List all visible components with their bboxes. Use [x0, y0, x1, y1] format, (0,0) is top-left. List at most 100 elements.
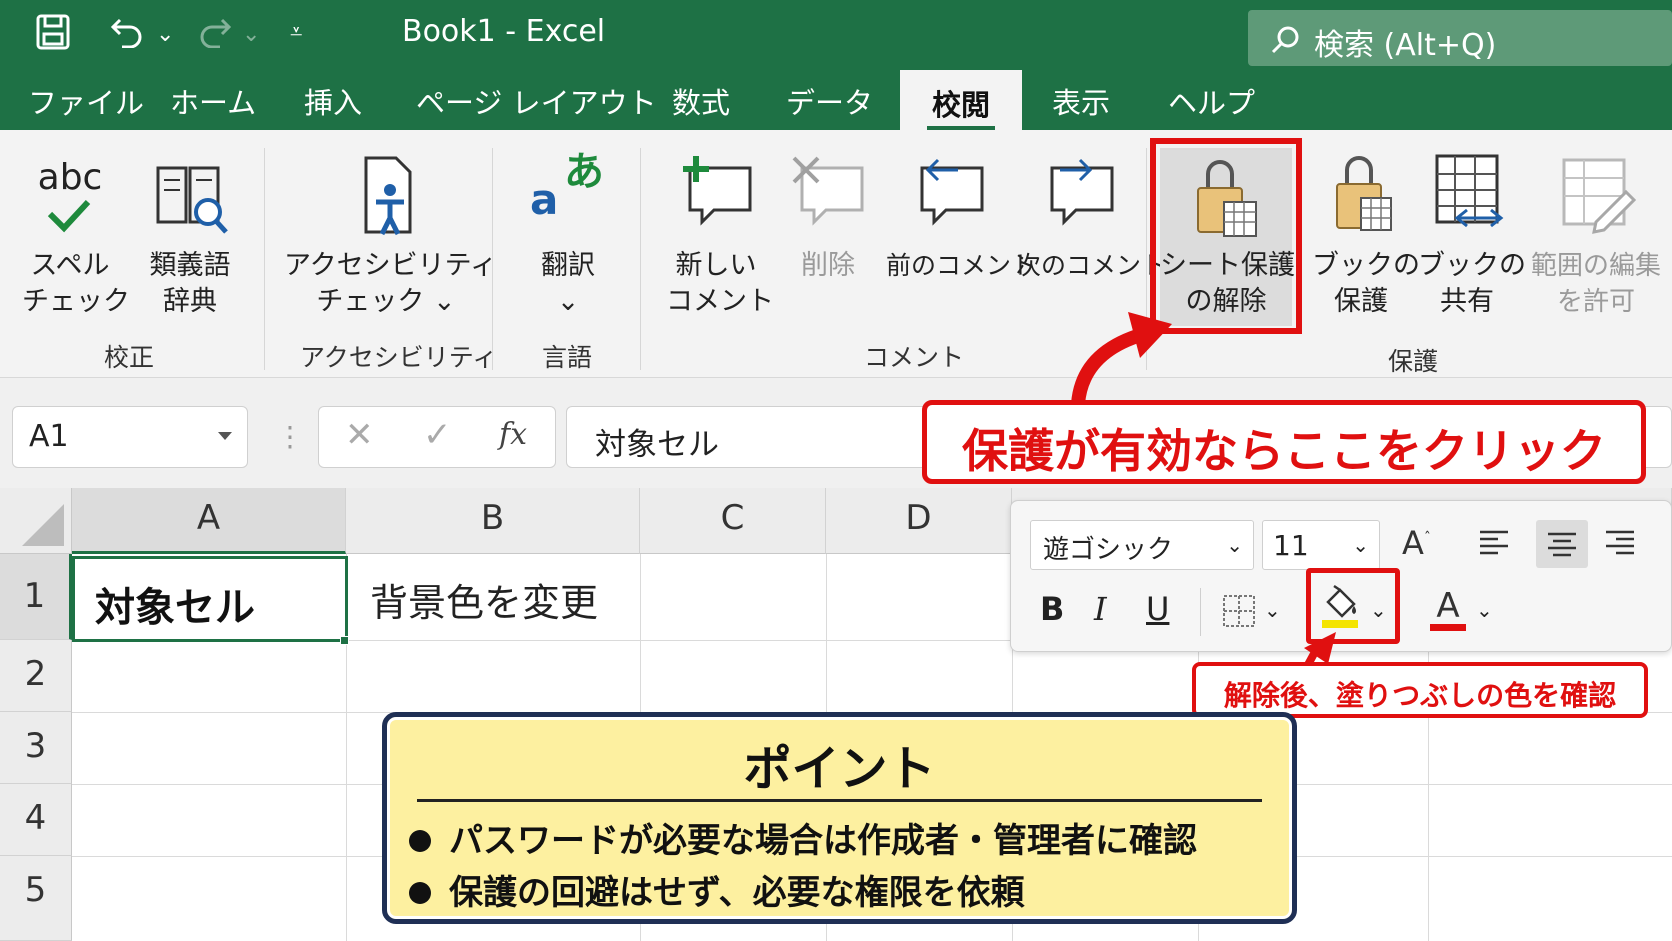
column-header-a[interactable]: A [72, 488, 346, 554]
cancel-icon[interactable]: ✕ [345, 415, 374, 455]
protect-workbook-button[interactable]: ブックの 保護 [1312, 152, 1420, 320]
group-label-protect: 保護 [1388, 347, 1439, 376]
toolbar-separator [1200, 588, 1201, 636]
new-comment-button[interactable]: 新しい コメント [666, 152, 774, 320]
redo-icon[interactable] [196, 16, 232, 56]
callout-fill-color: 解除後、塗りつぶしの色を確認 [1192, 662, 1648, 718]
arrow-to-unprotect-icon [1071, 312, 1172, 405]
name-box[interactable]: A1 [12, 406, 248, 468]
select-all-button[interactable] [0, 488, 72, 554]
column-header-c[interactable]: C [640, 488, 826, 554]
customize-qat-icon[interactable]: ⩡ [290, 20, 302, 45]
accessibility-check-button[interactable]: アクセシビリティ チェック ⌄ [284, 152, 497, 320]
point-item: 保護の回避はせず、必要な権限を依頼 [409, 865, 1025, 914]
tab-review[interactable]: 校閲 [900, 70, 1022, 132]
font-size-dropdown[interactable]: 11 ⌄ [1262, 520, 1380, 570]
cell-b1-value[interactable]: 背景色を変更 [370, 572, 598, 627]
accessibility-icon [284, 152, 488, 248]
name-box-dropdown-icon[interactable] [217, 427, 233, 446]
tab-view[interactable]: 表示 [1052, 80, 1110, 122]
tab-formulas[interactable]: 数式 [672, 80, 730, 122]
font-name-value: 遊ゴシック [1043, 535, 1174, 565]
share-workbook-button[interactable]: ブックの 共有 [1418, 152, 1526, 320]
delete-comment-button[interactable]: 削除 [786, 152, 870, 284]
redo-dropdown-icon[interactable]: ⌄ [242, 22, 260, 47]
tab-file[interactable]: ファイル [28, 80, 144, 122]
cell-a1[interactable]: 対象セル [72, 556, 348, 642]
borders-icon[interactable] [1222, 594, 1256, 632]
tab-page-layout[interactable]: ページ レイアウト [416, 80, 657, 122]
point-item: パスワードが必要な場合は作成者・管理者に確認 [409, 813, 1197, 862]
row-header-2[interactable]: 2 [0, 640, 72, 712]
group-label-accessibility: アクセシビリティ [300, 343, 498, 372]
allow-edit-ranges-button[interactable]: 範囲の編集 を許可 [1526, 152, 1666, 320]
borders-dropdown-icon[interactable]: ⌄ [1264, 598, 1281, 622]
spelling-button[interactable]: abc スペル チェック [22, 158, 130, 320]
tab-home[interactable]: ホーム [170, 80, 256, 122]
thesaurus-icon [138, 158, 242, 248]
align-center-icon [1548, 532, 1576, 557]
share-workbook-icon [1418, 152, 1516, 248]
fill-handle[interactable] [340, 636, 349, 645]
group-separator [640, 148, 641, 370]
column-header-b[interactable]: B [346, 488, 640, 554]
underline-button[interactable]: U [1146, 590, 1169, 628]
align-right-icon[interactable] [1604, 528, 1636, 560]
point-divider [417, 799, 1262, 802]
column-header-d[interactable]: D [826, 488, 1012, 554]
italic-button[interactable]: I [1094, 590, 1107, 628]
next-comment-button[interactable]: 次のコメント [1016, 152, 1166, 284]
formula-buttons: ✕ ✓ fx [318, 406, 556, 468]
next-comment-icon [1016, 152, 1140, 248]
callout-unprotect: 保護が有効ならここをクリック [922, 400, 1646, 484]
row-header-1[interactable]: 1 [0, 554, 72, 640]
group-label-language: 言語 [542, 343, 593, 372]
search-box[interactable]: 検索 (Alt+Q) [1248, 10, 1672, 66]
chevron-down-icon: ⌄ [1352, 533, 1369, 557]
translate-button[interactable]: a あ 翻訳 ⌄ [520, 152, 616, 320]
undo-dropdown-icon[interactable]: ⌄ [156, 22, 174, 47]
point-title: ポイント [743, 741, 936, 797]
insert-function-icon[interactable]: fx [499, 417, 527, 452]
previous-comment-button[interactable]: 前のコメント [886, 152, 1036, 284]
align-left-icon[interactable] [1478, 528, 1510, 560]
tab-help[interactable]: ヘルプ [1168, 80, 1255, 122]
enter-icon[interactable]: ✓ [423, 415, 452, 455]
bullet-icon [409, 882, 431, 904]
formula-content: 対象セル [595, 427, 719, 463]
new-comment-icon [666, 152, 766, 248]
window-title: Book1 - Excel [402, 14, 606, 49]
font-name-dropdown[interactable]: 遊ゴシック ⌄ [1030, 520, 1254, 570]
row-header-4[interactable]: 4 [0, 784, 72, 856]
tab-data[interactable]: データ [786, 80, 873, 122]
group-separator [264, 148, 265, 370]
font-size-value: 11 [1273, 529, 1309, 562]
formula-bar-grip-icon: ⋮ [276, 420, 304, 453]
delete-comment-icon [786, 152, 870, 248]
font-color-dropdown-icon[interactable]: ⌄ [1476, 598, 1493, 622]
thesaurus-button[interactable]: 類義語 辞典 [138, 158, 242, 320]
undo-icon[interactable] [110, 16, 146, 56]
fill-color-dropdown-icon[interactable]: ⌄ [1370, 598, 1387, 622]
search-icon [1270, 25, 1300, 63]
spelling-icon: abc [22, 158, 118, 248]
name-box-value: A1 [29, 419, 69, 454]
group-separator [492, 148, 493, 370]
bold-button[interactable]: B [1040, 590, 1064, 628]
translate-icon: a あ [530, 149, 604, 224]
tab-insert[interactable]: 挿入 [304, 80, 362, 122]
point-box: ポイント パスワードが必要な場合は作成者・管理者に確認 保護の回避はせず、必要な… [382, 712, 1297, 924]
allow-edit-ranges-icon [1526, 152, 1666, 248]
cell-a1-value: 対象セル [95, 585, 255, 631]
font-color-icon[interactable]: A [1430, 586, 1466, 631]
save-icon[interactable] [36, 14, 70, 58]
row-header-3[interactable]: 3 [0, 712, 72, 784]
align-center-button[interactable] [1536, 520, 1588, 568]
grow-font-icon[interactable]: Aˆ [1402, 524, 1431, 562]
row-header-5[interactable]: 5 [0, 856, 72, 941]
unprotect-sheet-icon [1160, 148, 1292, 248]
search-text: 検索 (Alt+Q) [1314, 28, 1497, 63]
group-label-comment: コメント [864, 343, 965, 372]
protect-workbook-icon [1312, 152, 1410, 248]
group-label-proofing: 校正 [104, 343, 155, 372]
